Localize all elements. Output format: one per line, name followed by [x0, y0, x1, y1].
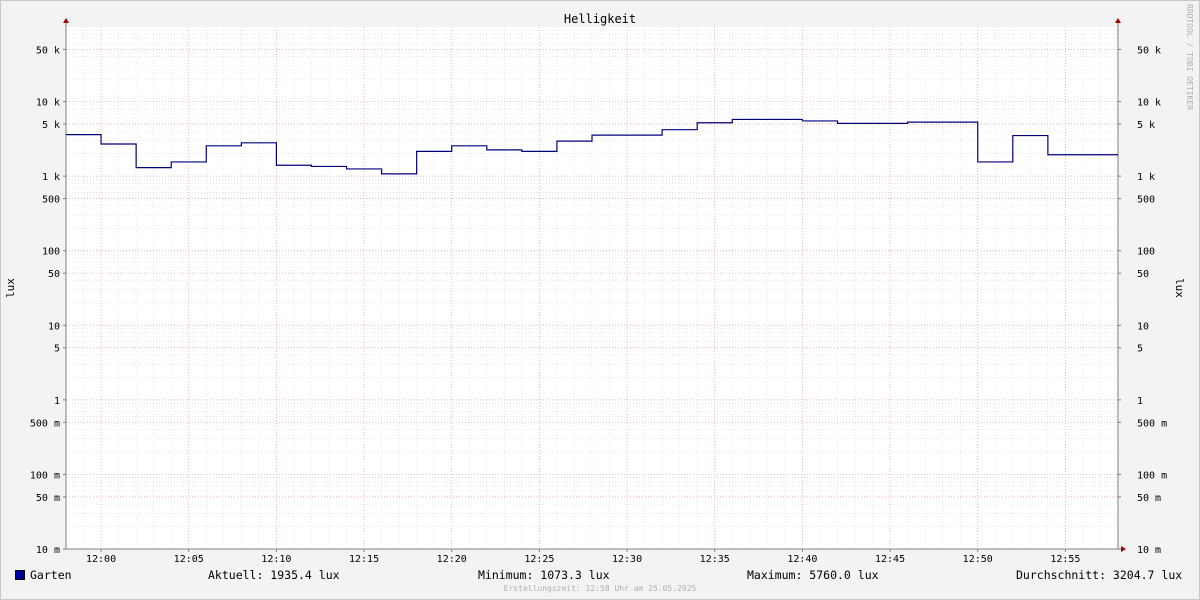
- footer-timestamp: Erstellungszeit: 12:58 Uhr am 25.05.2025: [503, 584, 697, 593]
- x-tick-label: 12:20: [437, 554, 467, 565]
- x-tick-label: 12:50: [963, 554, 993, 565]
- y-tick-label-right: 100 m: [1137, 470, 1167, 481]
- y-tick-label: 100 m: [30, 470, 60, 481]
- y-tick-label-right: 50: [1137, 269, 1149, 280]
- y-tick-label-right: 500 m: [1137, 418, 1167, 429]
- y-tick-label-right: 10 m: [1137, 545, 1161, 556]
- x-tick-label: 12:00: [86, 554, 116, 565]
- legend-minimum: Minimum: 1073.3 lux: [478, 568, 610, 582]
- y-axis-label-left: lux: [4, 278, 17, 298]
- y-tick-label: 1 k: [42, 172, 60, 183]
- y-axis-label-right: lux: [1173, 278, 1186, 298]
- legend-series-name: Garten: [30, 568, 72, 582]
- y-tick-label: 50 k: [36, 45, 60, 56]
- watermark: RRDTOOL / TOBI OETIKER: [1185, 4, 1194, 110]
- x-axis-arrow: [1121, 546, 1126, 552]
- y-tick-label: 500: [42, 195, 60, 206]
- y-axis-arrow-right: [1115, 18, 1121, 23]
- y-tick-label: 50: [48, 269, 60, 280]
- x-tick-label: 12:35: [700, 554, 730, 565]
- legend-average: Durchschnitt: 3204.7 lux: [1016, 568, 1183, 582]
- y-tick-label-right: 100: [1137, 247, 1155, 258]
- y-tick-label-right: 5: [1137, 344, 1143, 355]
- x-tick-label: 12:15: [349, 554, 379, 565]
- chart-canvas: 50 k 50 k 10 k 10 k 5 k 5 k 1 k 1 k 500 500 100 100…: [4, 4, 1194, 565]
- y-tick-label-right: 50 k: [1137, 45, 1161, 56]
- y-tick-label: 5: [54, 344, 60, 355]
- x-tick-label: 12:40: [787, 554, 817, 565]
- y-tick-label: 50 m: [36, 493, 60, 504]
- y-tick-label-right: 5 k: [1137, 120, 1155, 131]
- legend-current: Aktuell: 1935.4 lux: [208, 568, 340, 582]
- y-tick-label: 10 k: [36, 98, 60, 109]
- legend-swatch-garten: [15, 570, 25, 580]
- y-tick-label-right: 1 k: [1137, 172, 1155, 183]
- y-tick-label: 1: [54, 396, 60, 407]
- x-tick-label: 12:25: [524, 554, 554, 565]
- y-tick-label: 100: [42, 247, 60, 258]
- x-tick-label: 12:55: [1050, 554, 1080, 565]
- y-tick-label: 10: [48, 321, 60, 332]
- chart-title: Helligkeit: [564, 12, 636, 26]
- y-tick-label: 5 k: [42, 120, 60, 131]
- y-tick-label-right: 10 k: [1137, 98, 1161, 109]
- x-tick-label: 12:30: [612, 554, 642, 565]
- y-tick-label: 10 m: [36, 545, 60, 556]
- legend-maximum: Maximum: 5760.0 lux: [747, 568, 879, 582]
- x-tick-label: 12:45: [875, 554, 905, 565]
- x-tick-label: 12:10: [261, 554, 291, 565]
- y-tick-label-right: 10: [1137, 321, 1149, 332]
- y-tick-label-right: 1: [1137, 396, 1143, 407]
- y-axis-arrow-left: [63, 18, 69, 23]
- y-tick-label-right: 500: [1137, 195, 1155, 206]
- y-tick-label: 500 m: [30, 418, 60, 429]
- y-tick-label-right: 50 m: [1137, 493, 1161, 504]
- x-tick-label: 12:05: [174, 554, 204, 565]
